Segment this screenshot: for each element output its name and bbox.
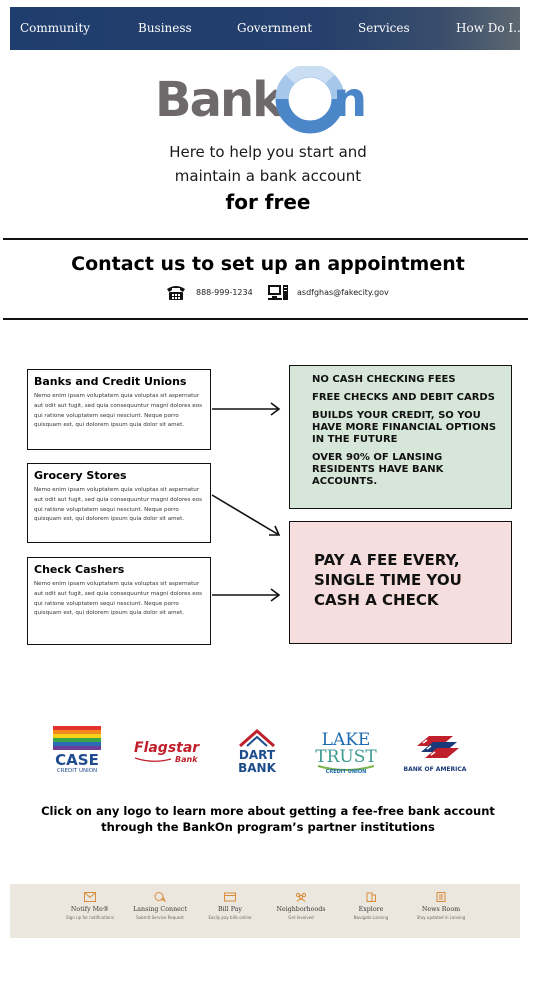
option-title: Grocery Stores [34, 469, 127, 482]
benefit-item: No cash checking fees [312, 374, 456, 385]
benefit-item: Free checks and debit cards [312, 392, 495, 403]
divider-top [3, 238, 528, 240]
benefit-item: Builds your credit, so you have more fin… [312, 410, 497, 445]
benefits-box: No cash checking fees Free checks and de… [289, 365, 512, 509]
benefit-item: Over 90% of Lansing residents have bank … [312, 452, 444, 487]
nav-government[interactable]: Government [237, 21, 312, 35]
footer-item-sub: Sign up for notifications [66, 915, 114, 920]
footer-item-sub: Submit Service Request [136, 915, 184, 920]
top-navigation: Community Business Government Services H… [10, 7, 525, 50]
arrow-head-grocery [269, 525, 281, 536]
logo-o-ring-icon [275, 64, 345, 134]
footer-item-sub: Get Involved [288, 915, 314, 920]
envelope-icon [84, 892, 96, 902]
footer-item-title: Notify Me® [70, 906, 110, 913]
contact-email-row: asdfghas@fakecity.gov [267, 283, 389, 301]
option-body: Nemo enim ipsam voluptatem quia voluptas… [34, 393, 203, 429]
contact-phone[interactable]: 888-999-1234 [196, 288, 253, 297]
nav-community[interactable]: Community [20, 21, 90, 35]
footer-notify-me[interactable]: Notify Me® Sign up for notifications [50, 892, 130, 920]
newspaper-icon [436, 892, 446, 902]
contact-title: Contact us to set up an appointment [71, 253, 465, 275]
footer-item-title: Lansing Connect [133, 906, 187, 913]
hero-line-2: maintain a bank account [174, 167, 362, 185]
footer-item-title: Neighborhoods [276, 906, 326, 913]
svg-text:TRUST: TRUST [315, 747, 377, 767]
divider-bottom [3, 318, 528, 320]
quick-links-footer: Notify Me® Sign up for notifications Lan… [10, 884, 520, 938]
nav-business[interactable]: Business [138, 21, 192, 35]
case-credit-union-logo[interactable]: CASE CREDIT UNION [53, 726, 101, 774]
svg-text:CREDIT UNION: CREDIT UNION [326, 769, 367, 775]
footer-item-sub: Stay updated in Lansing [416, 915, 466, 920]
footer-news-room[interactable]: News Room Stay updated in Lansing [401, 892, 481, 920]
nav-services[interactable]: Services [358, 21, 410, 35]
footer-item-sub: Navigate Lansing [353, 915, 389, 920]
lake-trust-credit-union-logo[interactable]: LAKE TRUST CREDIT UNION [310, 728, 382, 778]
fee-box: Pay a fee every, single time you cash a … [289, 521, 512, 644]
chat-icon [154, 892, 166, 902]
svg-text:DART: DART [239, 748, 276, 762]
svg-text:CASE: CASE [55, 751, 99, 769]
building-icon [366, 892, 376, 902]
option-banks-credit-unions: Banks and Credit Unions Nemo enim ipsam … [27, 369, 211, 450]
hero-emphasis: for free [225, 190, 311, 214]
cta-line-1: Click on any logo to learn more about ge… [41, 804, 495, 818]
svg-text:Flagstar: Flagstar [134, 740, 200, 756]
option-check-cashers: Check Cashers Nemo enim ipsam voluptatem… [27, 557, 211, 645]
nav-how-do-i[interactable]: How Do I... [456, 21, 525, 35]
computer-icon [268, 284, 288, 300]
contact-phone-row: 888-999-1234 [166, 283, 253, 301]
option-title: Banks and Credit Unions [34, 375, 187, 388]
option-grocery-stores: Grocery Stores Nemo enim ipsam voluptate… [27, 463, 211, 543]
svg-text:CREDIT UNION: CREDIT UNION [57, 768, 97, 774]
logo-text-bank: Bank [155, 72, 285, 128]
svg-text:BANK: BANK [238, 761, 276, 774]
contact-email[interactable]: asdfghas@fakecity.gov [297, 288, 389, 297]
bank-of-america-logo[interactable]: BANK OF AMERICA [399, 732, 471, 774]
flagstar-bank-logo[interactable]: Flagstar Bank [133, 737, 208, 765]
footer-item-sub: Easily pay bills online [208, 915, 252, 920]
hero-line-1: Here to help you start and [169, 143, 367, 161]
footer-item-title: News Room [421, 906, 461, 913]
arrow-head-banks [270, 402, 281, 416]
option-body: Nemo enim ipsam voluptatem quia voluptas… [34, 487, 203, 523]
footer-item-title: Bill Pay [218, 906, 242, 913]
card-icon [224, 892, 236, 902]
footer-explore[interactable]: Explore Navigate Lansing [331, 892, 411, 920]
people-icon [295, 892, 307, 902]
option-title: Check Cashers [34, 563, 125, 576]
dart-bank-logo[interactable]: DART BANK [232, 728, 282, 775]
footer-item-title: Explore [358, 906, 384, 913]
svg-text:Bank: Bank [175, 755, 198, 764]
partner-cta: Click on any logo to learn more about ge… [40, 803, 496, 835]
footer-bill-pay[interactable]: Bill Pay Easily pay bills online [190, 892, 270, 920]
option-body: Nemo enim ipsam voluptatem quia voluptas… [34, 581, 203, 617]
cta-line-2: through the BankOn program’s partner ins… [101, 820, 435, 834]
footer-neighborhoods[interactable]: Neighborhoods Get Involved [261, 892, 341, 920]
phone-icon [167, 285, 185, 300]
fee-note: Pay a fee every, single time you cash a … [314, 551, 462, 609]
svg-text:BANK OF AMERICA: BANK OF AMERICA [404, 766, 467, 773]
bankon-logo: Bank n [155, 64, 373, 136]
arrow-head-cashers [270, 588, 281, 602]
footer-lansing-connect[interactable]: Lansing Connect Submit Service Request [120, 892, 200, 920]
logo-text-n: n [333, 72, 367, 128]
arrow-grocery [211, 494, 280, 536]
